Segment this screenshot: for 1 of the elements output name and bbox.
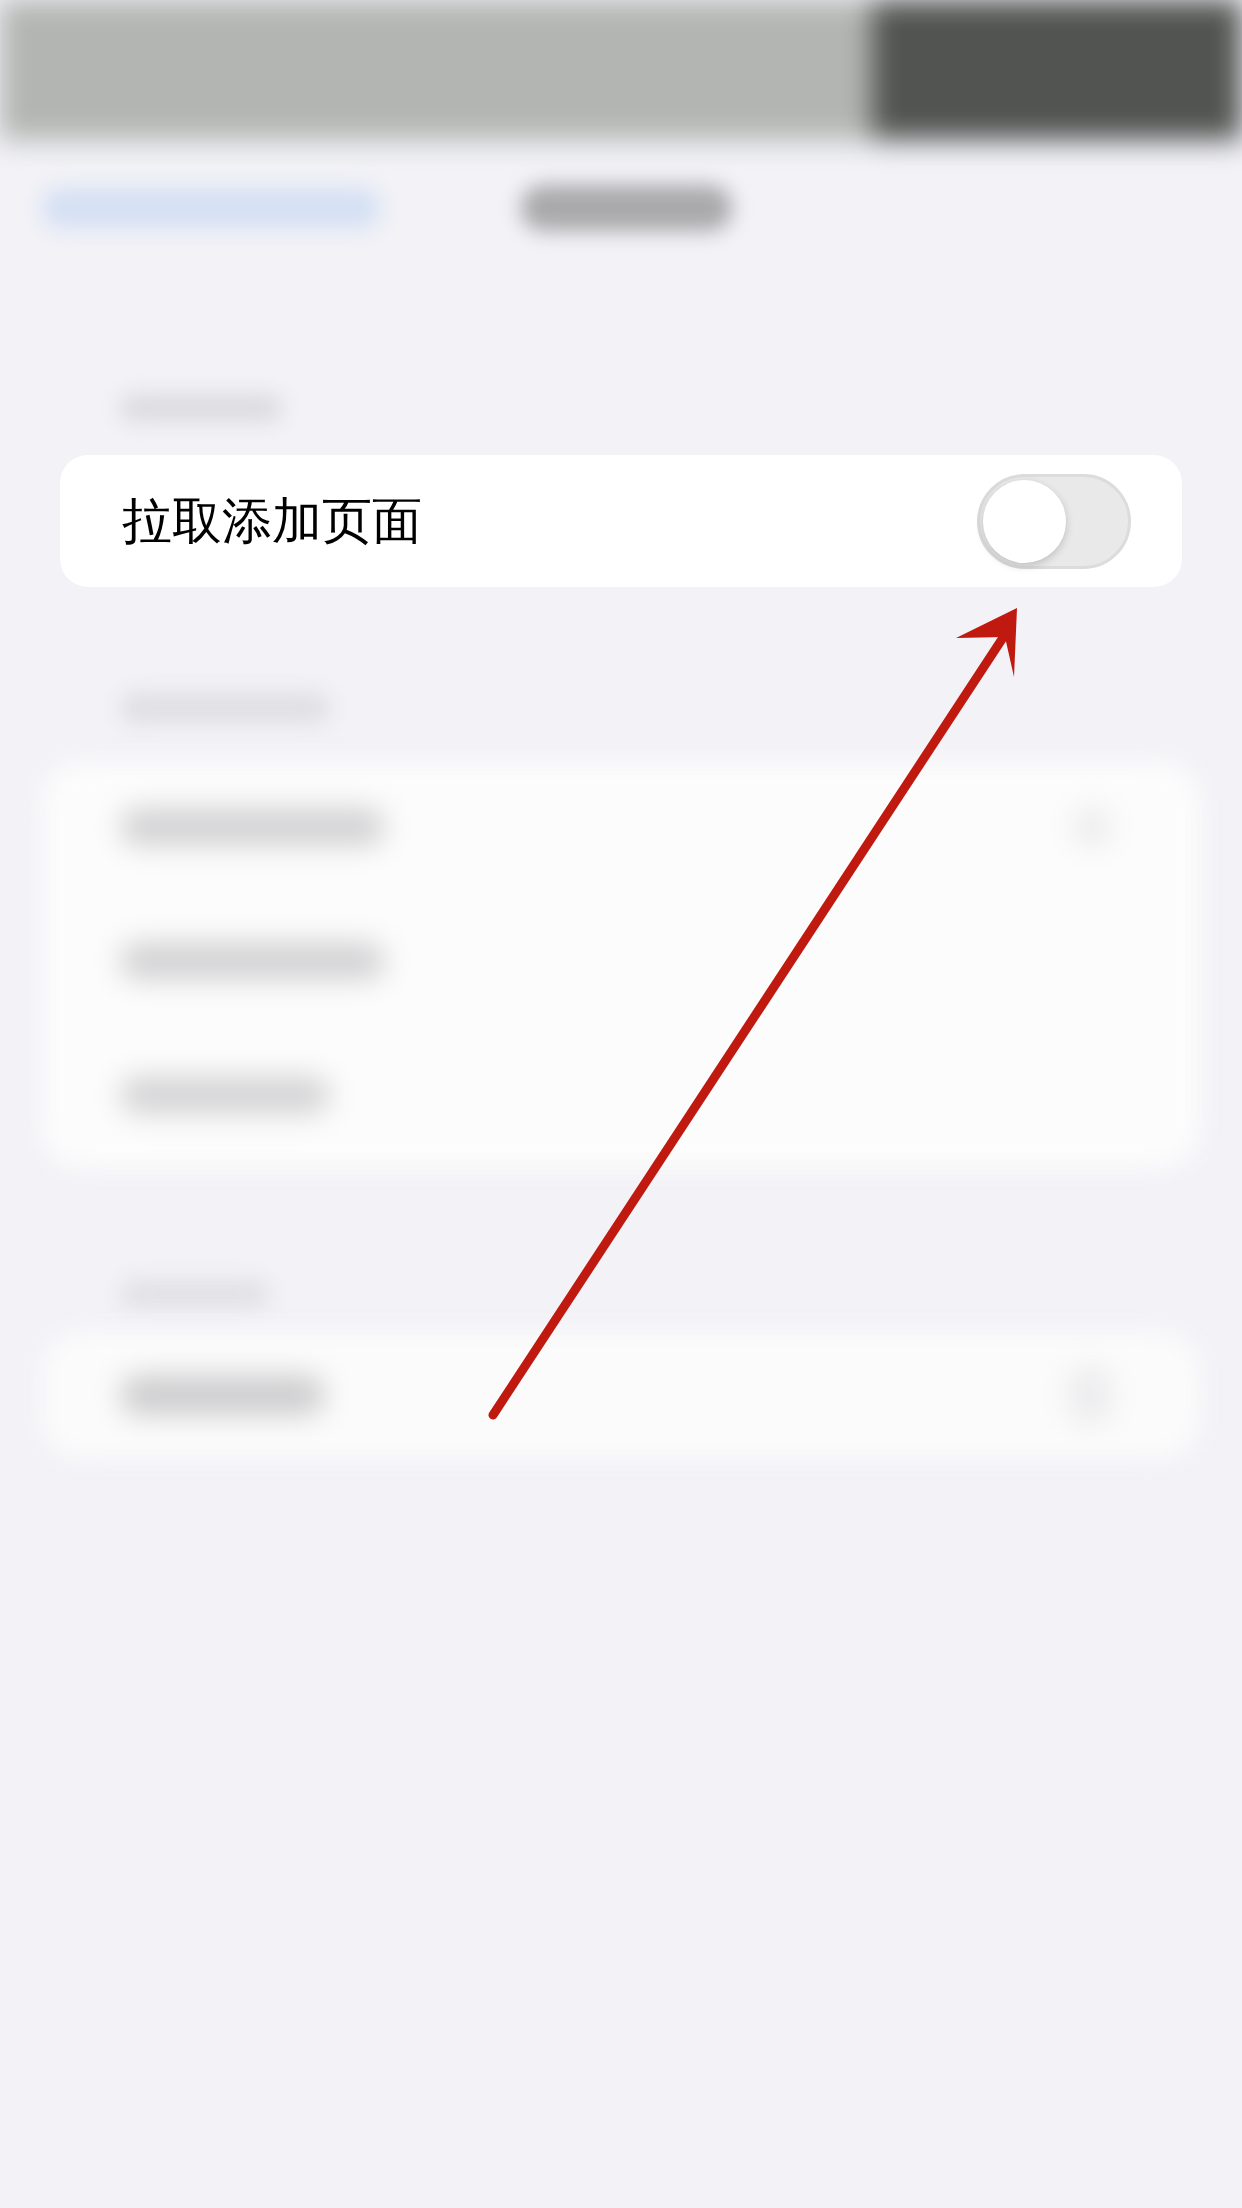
setting-label: 拉取添加页面 xyxy=(122,496,422,546)
